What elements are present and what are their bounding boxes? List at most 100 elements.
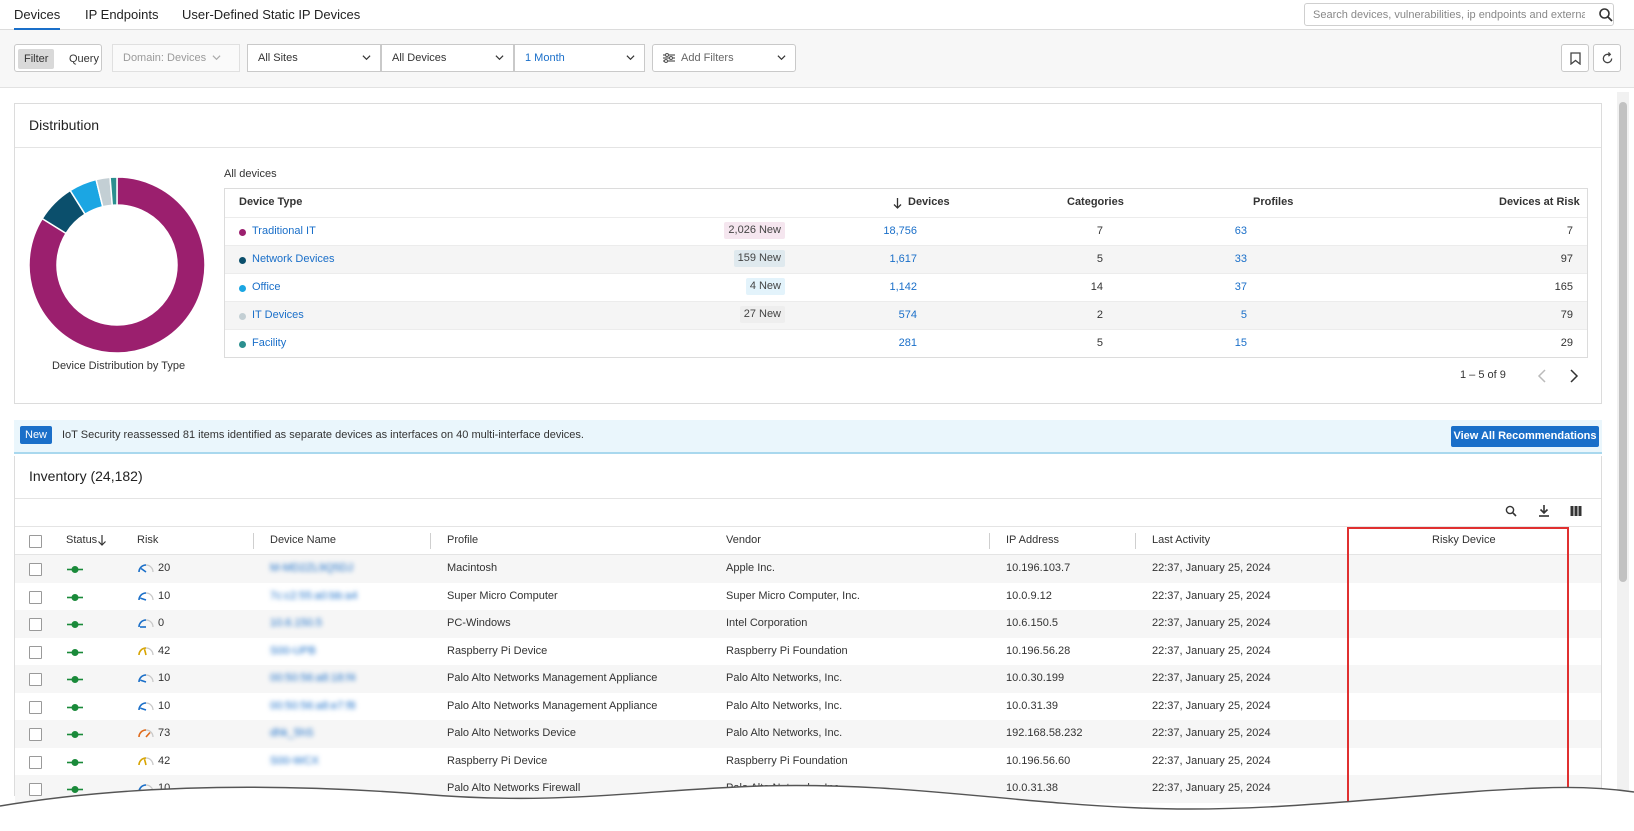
refresh-icon: [1602, 52, 1613, 64]
device-type-link[interactable]: Network Devices: [252, 253, 335, 265]
status-online-icon: [67, 593, 83, 601]
tab-ip-endpoints[interactable]: IP Endpoints: [85, 7, 158, 22]
device-type-link[interactable]: Traditional IT: [252, 225, 316, 237]
search-icon[interactable]: [1505, 505, 1517, 517]
devices-count-link[interactable]: 1,617: [889, 253, 917, 265]
distribution-donut-chart[interactable]: [24, 172, 210, 358]
header-ip-address[interactable]: IP Address: [1006, 534, 1059, 546]
refresh-button[interactable]: [1593, 44, 1621, 72]
tab-devices[interactable]: Devices: [14, 7, 61, 30]
device-name-link[interactable]: M-MD2ZL9Q5DJ: [270, 562, 353, 574]
chevron-left-icon[interactable]: [1537, 369, 1547, 383]
legend-dot: [239, 229, 246, 236]
sites-dropdown[interactable]: All Sites: [247, 44, 381, 72]
device-profile: Macintosh: [447, 562, 498, 574]
row-checkbox[interactable]: [29, 618, 42, 631]
profiles-count-link[interactable]: 5: [1241, 309, 1247, 321]
period-dropdown[interactable]: 1 Month: [514, 44, 645, 72]
row-checkbox[interactable]: [29, 700, 42, 714]
risky-device-column-highlight: [1347, 527, 1569, 805]
status-online-icon: [67, 703, 83, 711]
profiles-count-link[interactable]: 33: [1235, 253, 1247, 265]
row-checkbox[interactable]: [29, 563, 42, 576]
row-checkbox[interactable]: [29, 673, 42, 686]
column-resize-handle[interactable]: [989, 533, 990, 549]
profiles-count-link[interactable]: 37: [1235, 281, 1247, 293]
devices-dropdown[interactable]: All Devices: [381, 44, 514, 72]
select-all-checkbox[interactable]: [29, 535, 42, 548]
columns-icon[interactable]: [1570, 505, 1582, 517]
header-vendor[interactable]: Vendor: [726, 534, 761, 546]
header-last-activity[interactable]: Last Activity: [1152, 534, 1210, 546]
risk-score: 73: [158, 727, 171, 739]
header-risk[interactable]: Risk: [137, 534, 158, 546]
column-resize-handle[interactable]: [430, 533, 431, 549]
header-devices[interactable]: Devices: [908, 196, 950, 208]
devices-count-link[interactable]: 18,756: [883, 225, 917, 237]
header-device-name[interactable]: Device Name: [270, 534, 336, 546]
row-checkbox[interactable]: [29, 590, 42, 604]
view-all-recommendations-button[interactable]: View All Recommendations: [1451, 426, 1599, 447]
device-name-link[interactable]: 00:50:56:a8:e7:f8: [270, 700, 356, 712]
devices-at-risk-count: 165: [1554, 281, 1573, 293]
device-name-link[interactable]: 7c:c2:55:a0:bb:a4: [270, 590, 357, 602]
vertical-scrollbar[interactable]: [1617, 92, 1629, 812]
device-type-link[interactable]: IT Devices: [252, 309, 304, 321]
column-resize-handle[interactable]: [253, 533, 254, 549]
devices-count-link[interactable]: 574: [899, 309, 917, 321]
status-online-icon: [67, 648, 83, 656]
query-mode-button[interactable]: Query: [63, 49, 105, 69]
download-icon[interactable]: [1538, 505, 1550, 517]
sort-down-icon[interactable]: [893, 198, 902, 209]
device-type-link[interactable]: Office: [252, 281, 281, 293]
header-device-type[interactable]: Device Type: [239, 196, 302, 208]
domain-dropdown-label: Domain: Devices: [123, 52, 207, 64]
new-count-badge: 27 New: [739, 306, 785, 323]
categories-count: 7: [1096, 225, 1103, 237]
search-icon[interactable]: [1598, 7, 1614, 23]
header-categories[interactable]: Categories: [1067, 196, 1124, 208]
header-devices-at-risk[interactable]: Devices at Risk: [1499, 196, 1580, 208]
recommendation-banner: New IoT Security reassessed 81 items ide…: [14, 420, 1602, 454]
sort-down-icon[interactable]: [97, 535, 107, 546]
header-profiles[interactable]: Profiles: [1253, 196, 1293, 208]
column-resize-handle[interactable]: [1135, 533, 1136, 549]
row-checkbox[interactable]: [29, 728, 42, 741]
devices-dropdown-label: All Devices: [392, 52, 447, 64]
devices-count-link[interactable]: 281: [899, 337, 917, 349]
device-ip-address: 10.196.56.28: [1006, 644, 1071, 657]
bookmark-button[interactable]: [1561, 44, 1589, 72]
chevron-right-icon[interactable]: [1569, 369, 1579, 383]
device-name-link[interactable]: dhk_5hS: [270, 727, 313, 739]
scrollbar-thumb[interactable]: [1619, 102, 1627, 582]
divider: [15, 498, 1601, 499]
profiles-count-link[interactable]: 63: [1235, 225, 1247, 237]
device-name-link[interactable]: S00-UPB: [270, 645, 316, 657]
device-type-link[interactable]: Facility: [252, 337, 286, 349]
tab-user-defined-static-ip-devices[interactable]: User-Defined Static IP Devices: [182, 7, 360, 22]
distribution-title: Distribution: [29, 117, 100, 133]
row-checkbox[interactable]: [29, 645, 42, 659]
device-name-link[interactable]: 10.6.150.5: [270, 617, 322, 629]
device-name-link[interactable]: 00:50:56:a8:18:f4: [270, 672, 356, 684]
add-filters-dropdown[interactable]: Add Filters: [652, 44, 796, 72]
devices-count-link[interactable]: 1,142: [889, 281, 917, 293]
domain-dropdown[interactable]: Domain: Devices: [112, 44, 240, 72]
header-status[interactable]: Status: [66, 534, 97, 546]
filter-mode-button[interactable]: Filter: [18, 49, 55, 69]
device-name-link[interactable]: S00-WCX: [270, 755, 319, 767]
row-checkbox[interactable]: [29, 755, 42, 769]
donut-caption: Device Distribution by Type: [52, 360, 186, 372]
search-input[interactable]: [1305, 4, 1585, 25]
device-last-activity: 22:37, January 25, 2024: [1152, 617, 1271, 629]
distribution-table: Device Type Devices Categories Profiles …: [224, 188, 1588, 358]
header-profile[interactable]: Profile: [447, 534, 478, 546]
chevron-down-icon: [626, 55, 635, 61]
categories-count: 5: [1096, 253, 1103, 265]
devices-at-risk-count: 97: [1560, 253, 1573, 265]
new-count-badge: 2,026 New: [724, 222, 785, 239]
chevron-down-icon: [212, 55, 221, 61]
pagination-label: 1 – 5 of 9: [1460, 369, 1506, 381]
device-profile: Palo Alto Networks Management Appliance: [447, 672, 658, 684]
profiles-count-link[interactable]: 15: [1235, 337, 1247, 349]
